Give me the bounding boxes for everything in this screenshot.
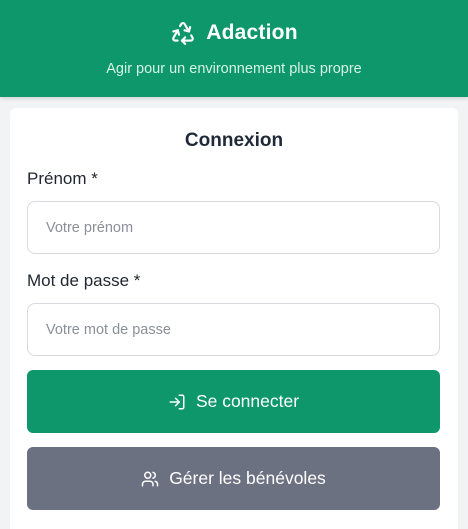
app-tagline: Agir pour un environnement plus propre <box>106 61 362 77</box>
recycle-icon <box>170 20 196 46</box>
login-title: Connexion <box>184 130 284 151</box>
password-label: Mot de passe * <box>27 271 141 290</box>
password-input[interactable] <box>27 303 440 356</box>
login-button[interactable]: Se connecter <box>27 370 440 433</box>
login-button-label: Se connecter <box>195 391 300 411</box>
login-card: Connexion Prénom * Mot de passe * Se con… <box>10 108 458 529</box>
login-icon <box>168 393 186 411</box>
firstname-label: Prénom * <box>27 169 98 188</box>
manage-volunteers-label: Gérer les bénévoles <box>169 468 326 488</box>
brand: Adaction <box>0 20 468 46</box>
app-title: Adaction <box>206 21 298 44</box>
firstname-input[interactable] <box>27 201 440 254</box>
app-header: Adaction Agir pour un environnement plus… <box>0 0 468 97</box>
users-icon <box>141 470 159 488</box>
manage-volunteers-button[interactable]: Gérer les bénévoles <box>27 447 440 510</box>
